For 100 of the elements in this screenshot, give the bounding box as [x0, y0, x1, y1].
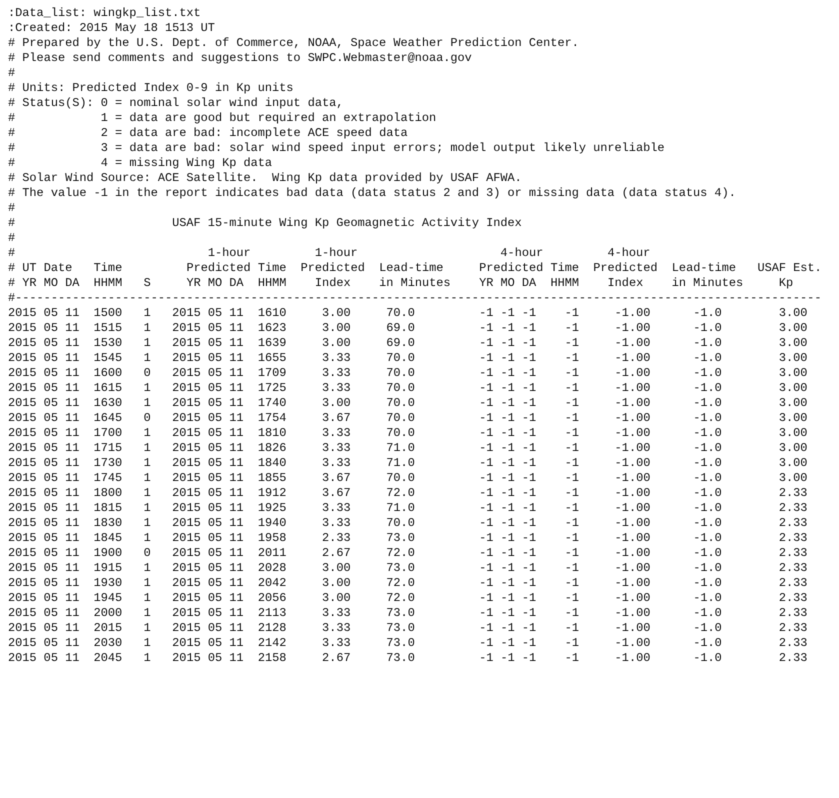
- comment-marker: #: [8, 81, 16, 95]
- table-cell: 3.00: [778, 366, 808, 380]
- comment-line: Status(S): 0 = nominal solar wind input data,: [22, 96, 344, 110]
- table-cell: 1958: [258, 531, 286, 545]
- table-cell: 2.33: [778, 606, 808, 620]
- table-cell: 1912: [258, 486, 286, 500]
- table-cell: 2015 05 11: [8, 306, 80, 320]
- table-cell: 2015 05 11: [172, 381, 244, 395]
- table-cell: -1.00: [614, 456, 650, 470]
- table-cell: -1: [564, 471, 579, 485]
- table-cell: -1 -1 -1: [479, 321, 536, 335]
- table-cell: -1.0: [693, 651, 722, 665]
- table-cell: 2015 05 11: [172, 486, 244, 500]
- table-cell: -1: [564, 426, 579, 440]
- table-cell: 70.0: [386, 426, 415, 440]
- table-cell: 2015 05 11: [8, 651, 80, 665]
- table-cell: 1925: [258, 501, 286, 515]
- table-cell: 72.0: [386, 486, 415, 500]
- table-cell: 2.33: [322, 531, 351, 545]
- table-cell: -1: [564, 561, 579, 575]
- table-cell: 3.00: [778, 426, 808, 440]
- table-cell: 1: [144, 561, 151, 575]
- table-cell: 2.33: [778, 531, 808, 545]
- table-cell: 2015: [94, 621, 122, 635]
- table-cell: -1.0: [693, 396, 722, 410]
- table-cell: 2.33: [778, 501, 808, 515]
- comment-line: 1 = data are good but required an extrapolation: [100, 111, 436, 125]
- table-cell: 1: [144, 606, 151, 620]
- comment-marker: #: [8, 216, 16, 230]
- table-cell: 1: [144, 426, 151, 440]
- table-cell: 73.0: [386, 561, 415, 575]
- table-cell: 1655: [258, 351, 286, 365]
- column-header: HHMM: [258, 276, 286, 290]
- column-header: in Minutes: [379, 276, 451, 290]
- table-cell: 3.67: [322, 486, 351, 500]
- table-cell: 73.0: [386, 621, 415, 635]
- comment-marker: #: [8, 51, 16, 65]
- table-cell: -1: [564, 396, 579, 410]
- table-cell: 2015 05 11: [8, 486, 80, 500]
- table-cell: -1 -1 -1: [479, 306, 536, 320]
- table-cell: 2015 05 11: [172, 471, 244, 485]
- column-header: Predicted: [479, 261, 544, 275]
- column-header: Index: [608, 276, 644, 290]
- table-cell: 3.00: [322, 396, 351, 410]
- table-cell: 1: [144, 381, 151, 395]
- table-cell: -1 -1 -1: [479, 456, 536, 470]
- table-cell: -1.0: [693, 531, 722, 545]
- table-cell: -1: [564, 606, 579, 620]
- column-header: Kp: [778, 276, 794, 290]
- table-cell: 2015 05 11: [8, 531, 80, 545]
- table-cell: 69.0: [386, 336, 415, 350]
- table-cell: 72.0: [386, 546, 415, 560]
- table-cell: 2.67: [322, 651, 351, 665]
- table-cell: 2015 05 11: [172, 366, 244, 380]
- table-cell: 1826: [258, 441, 286, 455]
- table-cell: -1 -1 -1: [479, 441, 536, 455]
- table-cell: -1.0: [693, 456, 722, 470]
- table-cell: 1: [144, 516, 151, 530]
- comment-line: 2 = data are bad: incomplete ACE speed data: [100, 126, 408, 140]
- table-cell: 2015 05 11: [8, 516, 80, 530]
- table-cell: -1 -1 -1: [479, 606, 536, 620]
- table-cell: -1: [564, 366, 579, 380]
- column-header: S: [144, 276, 151, 290]
- table-cell: 72.0: [386, 591, 415, 605]
- table-cell: 2015 05 11: [8, 561, 80, 575]
- table-cell: 2015 05 11: [8, 636, 80, 650]
- table-cell: 2.33: [778, 516, 808, 530]
- column-header: 1-hour: [208, 246, 251, 260]
- table-cell: 2015 05 11: [172, 651, 244, 665]
- comment-line: Prepared by the U.S. Dept. of Commerce, NOAA, Space Weather Prediction Center.: [22, 36, 579, 50]
- table-cell: 1754: [258, 411, 286, 425]
- table-cell: 3.00: [778, 321, 808, 335]
- table-cell: 2.67: [322, 546, 351, 560]
- table-cell: 2028: [258, 561, 286, 575]
- comment-marker: #: [8, 201, 16, 215]
- table-cell: 1600: [94, 366, 122, 380]
- column-header: Time: [94, 261, 122, 275]
- table-cell: -1: [564, 411, 579, 425]
- table-cell: 2011: [258, 546, 286, 560]
- table-cell: 3.67: [322, 411, 351, 425]
- table-cell: 2015 05 11: [172, 516, 244, 530]
- table-cell: 3.00: [778, 336, 808, 350]
- table-cell: -1.0: [693, 516, 722, 530]
- table-cell: -1.0: [693, 561, 722, 575]
- table-cell: -1 -1 -1: [479, 426, 536, 440]
- table-cell: 1800: [94, 486, 122, 500]
- table-cell: -1 -1 -1: [479, 501, 536, 515]
- table-cell: 3.00: [322, 591, 351, 605]
- comment-marker: #: [8, 111, 16, 125]
- comment-marker: #: [8, 126, 16, 140]
- table-cell: 2.33: [778, 486, 808, 500]
- table-cell: -1.00: [614, 366, 650, 380]
- table-cell: 1700: [94, 426, 122, 440]
- table-cell: 3.00: [322, 561, 351, 575]
- table-cell: -1.0: [693, 321, 722, 335]
- column-header: Lead-time: [672, 261, 736, 275]
- table-cell: -1.0: [693, 366, 722, 380]
- table-cell: 3.00: [778, 396, 808, 410]
- table-cell: 2015 05 11: [8, 411, 80, 425]
- table-cell: 3.67: [322, 471, 351, 485]
